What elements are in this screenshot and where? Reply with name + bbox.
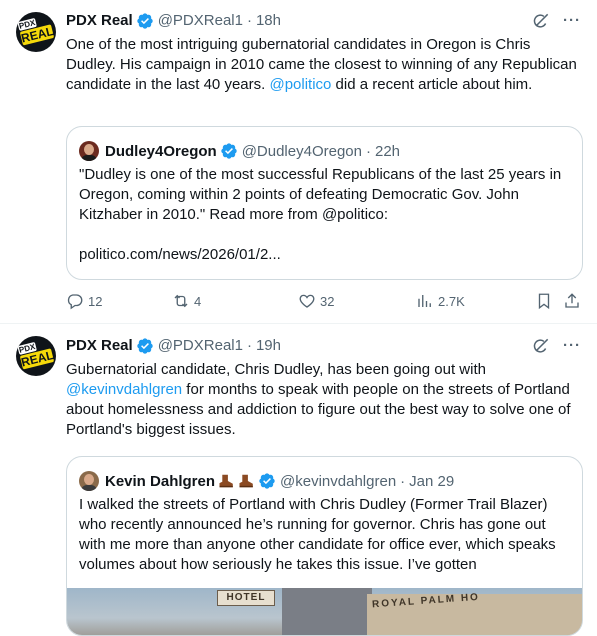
share-icon: [565, 293, 579, 308]
share-button[interactable]: [563, 291, 585, 311]
separator-dot: ·: [365, 142, 371, 160]
repost-icon: [174, 294, 188, 308]
more-icon[interactable]: ···: [563, 11, 581, 31]
mention-link[interactable]: @politico: [269, 76, 331, 93]
like-count: 32: [320, 293, 335, 309]
quoted-tweet-link[interactable]: politico.com/news/2026/01/2...: [79, 245, 281, 265]
quoted-tweet-text: "Dudley is one of the most successful Re…: [79, 166, 562, 223]
quoted-tweet-photo[interactable]: HOTEL ROYAL PALM HO: [67, 588, 582, 635]
quoted-timestamp[interactable]: 22h: [375, 143, 400, 160]
photo-building: [282, 588, 372, 635]
separator-dot: ·: [246, 337, 252, 354]
views-icon: [418, 295, 431, 307]
quoted-author-name[interactable]: Dudley4Oregon: [105, 143, 217, 160]
quoted-avatar[interactable]: [79, 141, 99, 161]
grok-icon[interactable]: [531, 336, 551, 356]
quoted-tweet-header: Kevin Dahlgren @kevinvdahlgren · Jan 29: [79, 471, 570, 491]
verified-badge-icon: [137, 338, 153, 354]
tweet-text: Gubernatorial candidate, Chris Dudley, h…: [66, 360, 581, 440]
separator-dot: ·: [246, 12, 252, 29]
hotel-sign: HOTEL: [217, 590, 275, 606]
more-icon[interactable]: ···: [563, 336, 581, 356]
pdx-real-logo: PDX REAL: [17, 339, 55, 372]
tweet-text-part: did a recent article about him.: [331, 76, 533, 93]
quoted-tweet-header: Dudley4Oregon @Dudley4Oregon · 22h: [79, 141, 570, 161]
reply-button[interactable]: 12: [66, 291, 102, 311]
author-handle[interactable]: @PDXReal1: [158, 336, 243, 356]
quoted-author-name[interactable]: Kevin Dahlgren: [105, 473, 215, 490]
boot-emoji-icon: [239, 474, 253, 488]
author-name[interactable]: PDX Real: [66, 336, 133, 356]
boot-emoji-icon: [219, 474, 233, 488]
bookmark-button[interactable]: [535, 291, 557, 311]
tweet-header: PDX Real @PDXReal1 · 19h ···: [66, 336, 581, 356]
quoted-author-handle[interactable]: @kevinvdahlgren: [280, 473, 396, 490]
mention-link[interactable]: @kevinvdahlgren: [66, 381, 182, 398]
view-count: 2.7K: [438, 293, 465, 309]
quoted-author-handle[interactable]: @Dudley4Oregon: [242, 143, 362, 160]
quoted-tweet[interactable]: Dudley4Oregon @Dudley4Oregon · 22h "Dudl…: [66, 126, 583, 280]
avatar[interactable]: PDX REAL: [16, 336, 56, 376]
pdx-real-logo: PDX REAL: [17, 15, 55, 48]
repost-count: 4: [194, 293, 202, 309]
grok-icon[interactable]: [531, 11, 551, 31]
timestamp[interactable]: 19h: [256, 336, 281, 356]
author-name[interactable]: PDX Real: [66, 11, 133, 31]
quoted-timestamp[interactable]: Jan 29: [409, 473, 454, 490]
quoted-avatar[interactable]: [79, 471, 99, 491]
tweet[interactable]: PDX REAL PDX Real @PDXReal1 · 19h ··· Gu…: [0, 324, 597, 636]
quoted-tweet[interactable]: Kevin Dahlgren @kevinvdahlgren · Jan 29 …: [66, 456, 583, 636]
reply-icon: [67, 294, 83, 310]
like-button[interactable]: 32: [298, 291, 334, 311]
author-handle[interactable]: @PDXReal1: [158, 11, 243, 31]
avatar[interactable]: PDX REAL: [16, 12, 56, 52]
tweet-header: PDX Real @PDXReal1 · 18h ···: [66, 11, 581, 31]
tweet[interactable]: PDX REAL PDX Real @PDXReal1 · 18h ··· On…: [0, 0, 597, 324]
bookmark-icon: [538, 293, 550, 310]
views-button[interactable]: 2.7K: [416, 291, 465, 311]
timestamp[interactable]: 18h: [256, 11, 281, 31]
tweet-text: One of the most intriguing gubernatorial…: [66, 35, 581, 95]
tweet-text-part: Gubernatorial candidate, Chris Dudley, h…: [66, 361, 486, 378]
tweet-actions: 12 4 32 2.7K: [66, 291, 581, 311]
verified-badge-icon: [221, 143, 237, 159]
reply-count: 12: [88, 293, 103, 309]
like-icon: [299, 294, 315, 308]
verified-badge-icon: [259, 473, 275, 489]
verified-badge-icon: [137, 13, 153, 29]
repost-button[interactable]: 4: [172, 291, 201, 311]
separator-dot: ·: [400, 472, 406, 490]
quoted-tweet-text: I walked the streets of Portland with Ch…: [79, 496, 556, 573]
